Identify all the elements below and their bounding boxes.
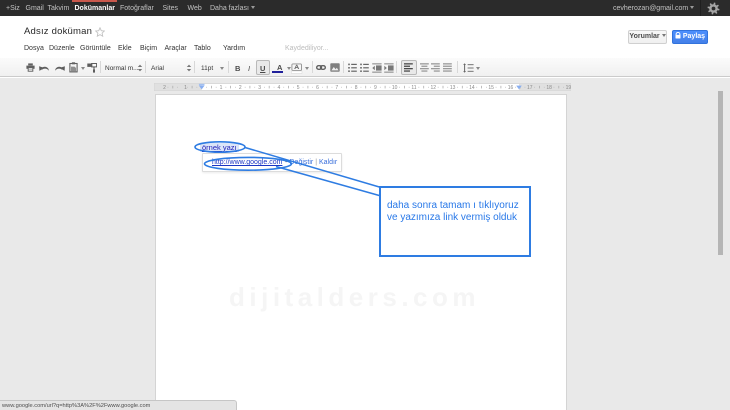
svg-text:1: 1 — [220, 85, 223, 91]
svg-text:16: 16 — [508, 85, 514, 91]
svg-text:7: 7 — [335, 85, 338, 91]
svg-text:15: 15 — [488, 85, 494, 91]
svg-text:4: 4 — [278, 85, 281, 91]
svg-text:6: 6 — [316, 85, 319, 91]
svg-text:12: 12 — [431, 85, 437, 91]
svg-text:2: 2 — [239, 85, 242, 91]
svg-text:5: 5 — [297, 85, 300, 91]
svg-text:2: 2 — [163, 85, 166, 91]
svg-text:13: 13 — [450, 85, 456, 91]
svg-text:18: 18 — [546, 85, 552, 91]
svg-text:17: 17 — [527, 85, 533, 91]
svg-text:14: 14 — [469, 85, 475, 91]
svg-text:11: 11 — [411, 85, 416, 91]
svg-text:9: 9 — [374, 85, 377, 91]
svg-text:19: 19 — [566, 85, 571, 91]
svg-text:1: 1 — [184, 85, 187, 91]
svg-text:8: 8 — [355, 85, 358, 91]
svg-text:3: 3 — [258, 85, 261, 91]
svg-text:10: 10 — [392, 85, 398, 91]
